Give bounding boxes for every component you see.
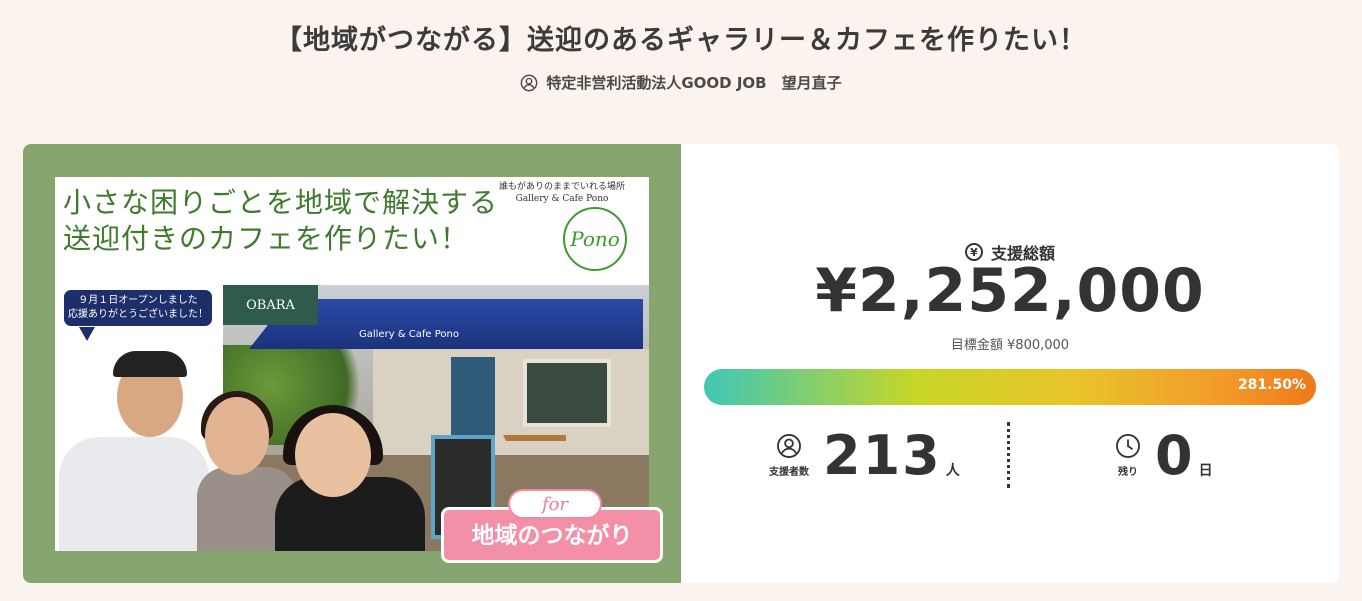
person-2-head (205, 397, 269, 475)
person-1-cap (113, 351, 187, 377)
shop-sign: OBARA (223, 285, 318, 325)
supporters-count: 213 (823, 423, 942, 487)
progress-bar: 281.50% (704, 369, 1316, 405)
cafe-table (503, 435, 566, 491)
remaining-label-wrap: 残り (1115, 433, 1141, 478)
pono-logo: Pono (563, 207, 627, 271)
clock-icon (1116, 433, 1140, 458)
remaining-label: 残り (1118, 466, 1138, 478)
for-tag: for (508, 489, 602, 519)
remaining-unit: 日 (1198, 463, 1213, 479)
brand-tagline: 誰もがありのままでいれる場所 (498, 182, 625, 192)
project-card: 小さな困りごとを地域で解決する 送迎付きのカフェを作りたい！ 誰もがありのままで… (23, 144, 1339, 583)
people-photo (55, 327, 451, 551)
supporters-label: 支援者数 (769, 466, 809, 478)
supporters-label-wrap: 支援者数 (769, 433, 809, 478)
project-title: 【地域がつながる】送迎のあるギャラリー＆カフェを作りたい！ (275, 25, 1087, 56)
project-owner[interactable]: 特定非営利活動法人GOOD JOB 望月直子 (0, 72, 1362, 93)
total-amount: ¥2,252,000 (815, 256, 1205, 326)
progress-percent: 281.50% (1237, 377, 1306, 393)
remaining-stat: 残り 0 日 (1115, 420, 1213, 490)
remaining-days: 0 (1155, 423, 1195, 487)
stats-divider (1007, 422, 1010, 488)
person-1-body (59, 437, 209, 551)
user-circle-icon (777, 433, 801, 458)
user-circle-icon (521, 74, 538, 91)
owner-name: 特定非営利活動法人GOOD JOB 望月直子 (546, 74, 842, 92)
supporters-unit: 人 (945, 463, 960, 479)
brand-caption: 誰もがありのままでいれる場所 Gallery & Cafe Pono (499, 181, 625, 205)
funding-stats: ¥ 支援総額 ¥2,252,000 目標金額 ¥800,000 281.50% … (681, 144, 1339, 583)
goal-amount: 目標金額 ¥800,000 (950, 338, 1070, 353)
hero-headline-line1: 小さな困りごとを地域で解決する (63, 186, 499, 219)
brand-name: Gallery & Cafe Pono (515, 194, 609, 204)
speech-bubble-tail (79, 327, 95, 341)
bubble-line1: ９月１日オープンしました (78, 295, 198, 306)
supporters-stat: 支援者数 213 人 (769, 420, 960, 490)
person-3-head (295, 413, 371, 497)
hero-headline-line2: 送迎付きのカフェを作りたい！ (63, 222, 470, 255)
bubble-line2: 応援ありがとうございました！ (68, 309, 208, 320)
cafe-window (523, 359, 611, 427)
hero-headline: 小さな困りごとを地域で解決する 送迎付きのカフェを作りたい！ (63, 185, 498, 257)
speech-bubble: ９月１日オープンしました 応援ありがとうございました！ (61, 287, 215, 329)
hero-image[interactable]: 小さな困りごとを地域で解決する 送迎付きのカフェを作りたい！ 誰もがありのままで… (23, 144, 681, 583)
